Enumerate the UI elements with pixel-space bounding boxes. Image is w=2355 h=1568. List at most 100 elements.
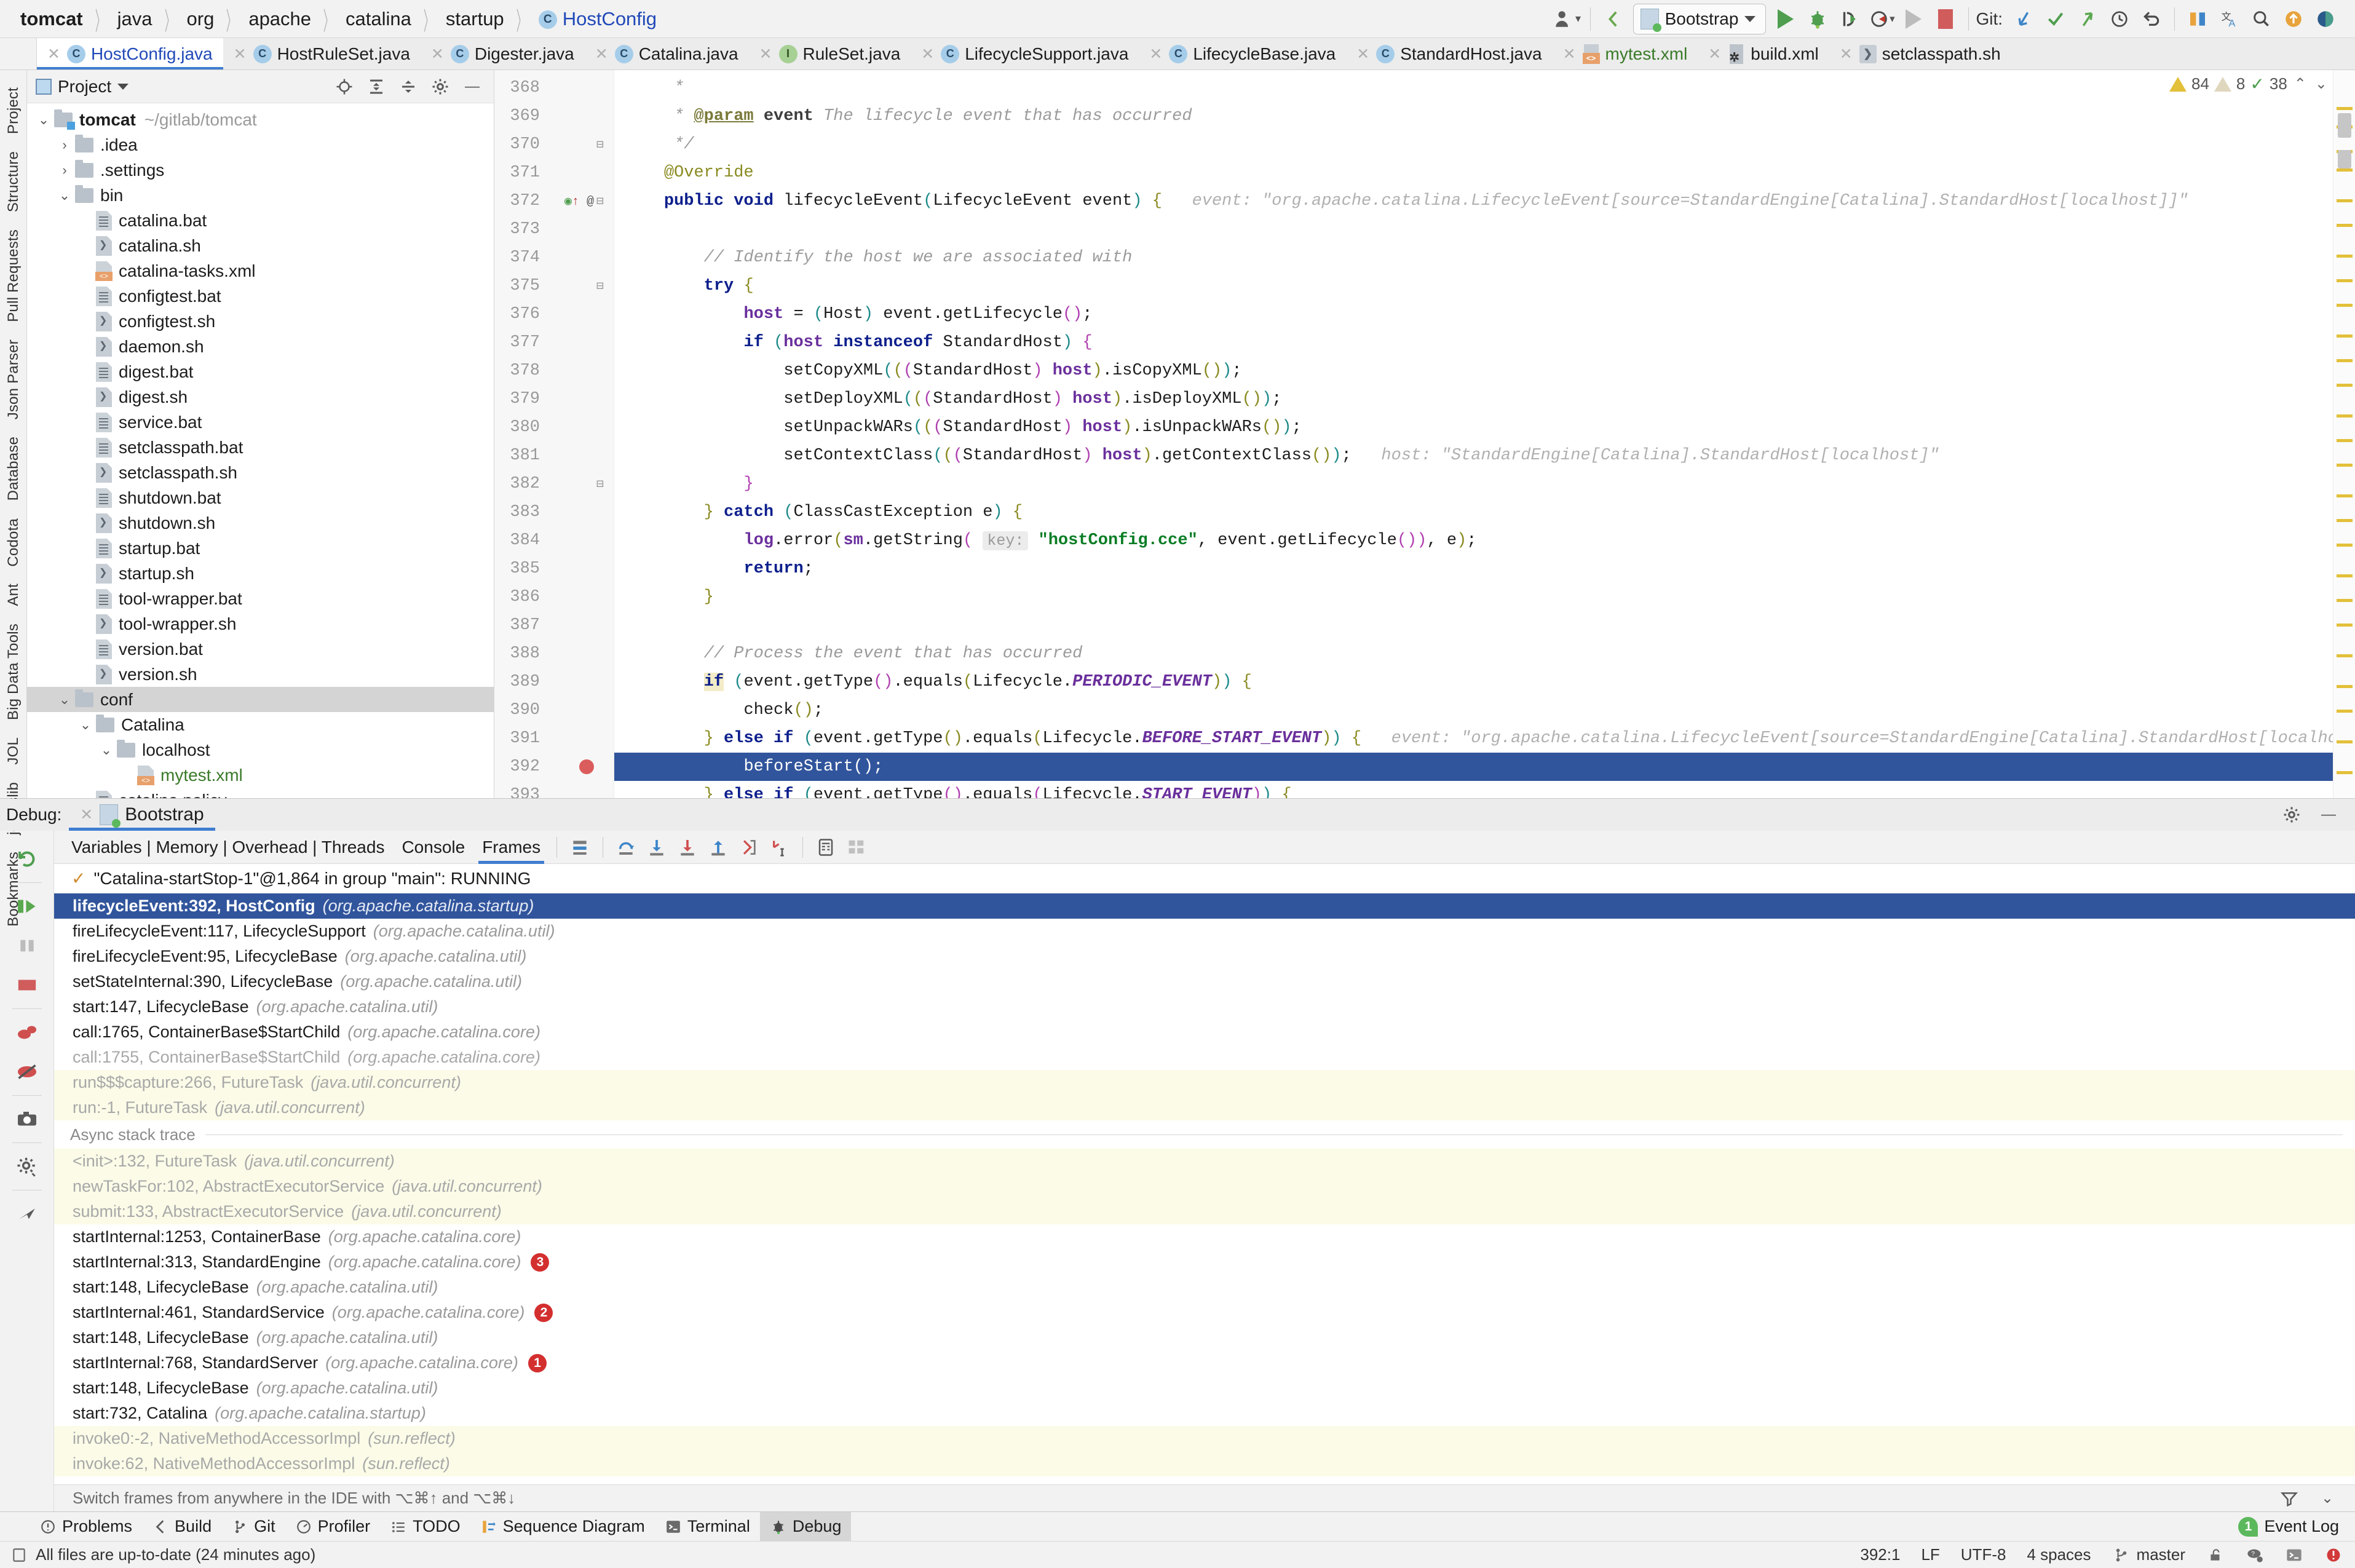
tree-node-version-bat[interactable]: version.bat [27, 636, 494, 662]
tool-window-tab-database[interactable]: Database [5, 428, 22, 509]
stack-frame-row[interactable]: call:1755, ContainerBase$StartChild (org.… [54, 1045, 2355, 1070]
breadcrumb-item-org[interactable]: org [185, 8, 216, 30]
coverage-icon[interactable]: ▾ [1866, 3, 1898, 35]
diff-icon[interactable] [2182, 3, 2214, 35]
toolwindow-todo[interactable]: TODO [380, 1512, 470, 1542]
gutter-line-387[interactable]: 387 [494, 611, 614, 639]
stack-frame-row[interactable]: fireLifecycleEvent:117, LifecycleSupport… [54, 919, 2355, 944]
gutter-line-373[interactable]: 373 [494, 215, 614, 244]
indent-setting[interactable]: 4 spaces [2027, 1545, 2091, 1564]
stack-frame-row[interactable]: startInternal:768, StandardServer (org.ap… [54, 1350, 2355, 1376]
thread-selector[interactable]: ✓ "Catalina-startStop-1"@1,864 in group … [54, 864, 2355, 893]
code-line-385[interactable]: return; [614, 555, 2355, 583]
search-everywhere-icon[interactable] [2246, 3, 2278, 35]
editor-tab-hostruleset-java[interactable]: ✕ C HostRuleSet.java [223, 38, 421, 69]
close-icon[interactable]: ✕ [234, 45, 247, 63]
tree-node-service-bat[interactable]: service.bat [27, 410, 494, 435]
code-line-371[interactable]: @Override [614, 159, 2355, 187]
toolwindow-problems[interactable]: Problems [30, 1512, 142, 1542]
inspection-widget[interactable]: 84 8 ✓ 38 ⌃ ⌄ [2169, 74, 2329, 94]
code-line-381[interactable]: setContextClass(((StandardHost) host) .ge… [614, 441, 2355, 470]
chevron-down-icon[interactable]: ⌄ [77, 717, 93, 733]
toolwindow-terminal[interactable]: Terminal [655, 1512, 760, 1542]
gutter-line-388[interactable]: 388 [494, 639, 614, 668]
close-icon[interactable]: ✕ [47, 45, 60, 63]
notification-icon[interactable] [2324, 1546, 2343, 1564]
code-line-382[interactable]: } [614, 470, 2355, 498]
tree-node-catalina-sh[interactable]: catalina.sh [27, 233, 494, 258]
expand-all-icon[interactable] [366, 76, 387, 97]
close-icon[interactable]: ✕ [431, 45, 444, 63]
gear-icon[interactable] [2281, 804, 2302, 825]
event-log-area[interactable]: 1 Event Log [2238, 1516, 2355, 1537]
tree-node-shutdown-bat[interactable]: shutdown.bat [27, 485, 494, 510]
git-branch-label[interactable]: master [2137, 1545, 2185, 1564]
breadcrumb-item-catalina[interactable]: catalina [344, 8, 413, 30]
editor-tab-hostconfig-java[interactable]: ✕ C HostConfig.java [37, 38, 223, 69]
hide-icon[interactable]: — [2318, 804, 2339, 825]
step-icon[interactable] [1898, 3, 1930, 35]
editor-tab-ruleset-java[interactable]: ✕ I RuleSet.java [749, 38, 911, 69]
tree-node-setclasspath-bat[interactable]: setclasspath.bat [27, 435, 494, 460]
stack-frame-row[interactable]: <init>:132, FutureTask (java.util.concurr… [54, 1149, 2355, 1174]
code-line-368[interactable]: * [614, 74, 2355, 102]
code-line-383[interactable]: } catch (ClassCastException e) { [614, 498, 2355, 526]
chevron-right-icon[interactable]: › [57, 137, 73, 153]
code-line-377[interactable]: if (host instanceof StandardHost) { [614, 328, 2355, 357]
gutter-line-379[interactable]: 379 [494, 385, 614, 413]
run-to-cursor-icon[interactable] [766, 834, 793, 861]
pin-icon[interactable] [13, 1200, 41, 1228]
close-icon[interactable]: ✕ [595, 45, 608, 63]
chevron-down-icon[interactable]: ⌄ [98, 742, 114, 758]
tree-node-tomcat[interactable]: ⌄ tomcat ~/gitlab/tomcat [27, 107, 494, 132]
gutter-line-372[interactable]: 372 ◉↑ @ ⊟ [494, 187, 614, 215]
gutter-line-370[interactable]: 370 ⊟ [494, 130, 614, 159]
stack-frame-row[interactable]: setStateInternal:390, LifecycleBase (org.… [54, 969, 2355, 994]
code-line-379[interactable]: setDeployXML(((StandardHost) host) .isDep… [614, 385, 2355, 413]
breadcrumb-item-class[interactable]: C HostConfig [537, 8, 659, 30]
step-over-icon[interactable] [612, 834, 639, 861]
stack-frame-row[interactable]: lifecycleEvent:392, HostConfig (org.apach… [54, 893, 2355, 919]
fold-icon[interactable]: ⊟ [594, 193, 606, 209]
editor-tab-lifecyclesupport-java[interactable]: ✕ C LifecycleSupport.java [911, 38, 1139, 69]
close-icon[interactable]: ✕ [1563, 45, 1576, 63]
stop-icon[interactable] [1930, 3, 1961, 35]
evaluate-icon[interactable] [812, 834, 839, 861]
lock-icon[interactable] [2206, 1546, 2225, 1564]
override-marker-icon[interactable]: ◉↑ @ [564, 193, 594, 209]
editor-tab-catalina-java[interactable]: ✕ C Catalina.java [585, 38, 749, 69]
stack-frame-row[interactable]: start:148, LifecycleBase (org.apache.cata… [54, 1275, 2355, 1300]
terminal-icon[interactable] [2285, 1546, 2303, 1564]
history-icon[interactable] [2104, 3, 2135, 35]
debug-tab-console[interactable]: Console [393, 831, 473, 864]
tree-node-catalina-bat[interactable]: catalina.bat [27, 208, 494, 233]
tree-node-bin[interactable]: ⌄ bin [27, 183, 494, 208]
line-separator[interactable]: LF [1921, 1545, 1939, 1564]
close-icon[interactable]: ✕ [759, 45, 772, 63]
filter-icon[interactable] [2279, 1488, 2300, 1509]
tree-node-startup-bat[interactable]: startup.bat [27, 536, 494, 561]
tree-node-conf[interactable]: ⌄ conf [27, 687, 494, 712]
tree-node-digest-bat[interactable]: digest.bat [27, 359, 494, 384]
gutter-line-389[interactable]: 389 [494, 668, 614, 696]
breadcrumb-item-java[interactable]: java [116, 8, 154, 30]
stack-frame-row[interactable]: submit:133, AbstractExecutorService (java… [54, 1199, 2355, 1224]
gutter-line-371[interactable]: 371 [494, 159, 614, 187]
stack-frame-row[interactable]: run$$$capture:266, FutureTask (java.util.… [54, 1070, 2355, 1095]
stack-frame-row[interactable]: startInternal:313, StandardEngine (org.ap… [54, 1249, 2355, 1275]
close-icon[interactable]: ✕ [1356, 45, 1369, 63]
gutter-line-374[interactable]: 374 [494, 244, 614, 272]
editor-tab-digester-java[interactable]: ✕ C Digester.java [421, 38, 585, 69]
stop-icon[interactable] [13, 971, 41, 999]
file-encoding[interactable]: UTF-8 [1961, 1545, 2006, 1564]
fold-icon[interactable]: ⊟ [594, 137, 606, 152]
code-line-370[interactable]: */ [614, 130, 2355, 159]
gutter-line-381[interactable]: 381 [494, 441, 614, 470]
chevron-down-icon[interactable]: ⌄ [57, 188, 73, 204]
tree-node-configtest-sh[interactable]: configtest.sh [27, 309, 494, 334]
gutter-line-384[interactable]: 384 [494, 526, 614, 555]
stack-frame-row[interactable]: call:1765, ContainerBase$StartChild (org.… [54, 1020, 2355, 1045]
user-avatar-icon[interactable]: ▾ [1551, 3, 1583, 35]
tool-window-tab-ant[interactable]: Ant [5, 575, 22, 615]
stack-frame-row[interactable]: invoke:62, NativeMethodAccessorImpl (sun.… [54, 1451, 2355, 1476]
